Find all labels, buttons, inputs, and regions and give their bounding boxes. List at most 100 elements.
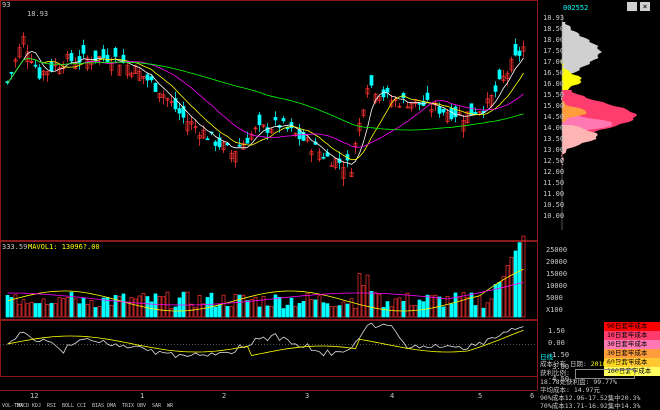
volume-bar <box>485 302 490 318</box>
volume-bar <box>397 297 402 318</box>
volume-bar <box>413 305 418 318</box>
volume-bar <box>385 301 390 318</box>
volume-bar <box>277 297 282 318</box>
volume-bar <box>409 305 414 318</box>
period-label[interactable]: 日线 <box>540 353 553 361</box>
volume-bar <box>313 299 318 318</box>
volume-bar <box>89 300 94 318</box>
volume-bar <box>77 303 82 318</box>
candle-body <box>257 114 262 126</box>
restore-icon[interactable] <box>627 2 637 11</box>
volume-bar <box>213 306 218 318</box>
volume-bar <box>501 276 506 318</box>
candle-body <box>81 45 86 54</box>
candle-body <box>453 106 458 118</box>
volume-bar <box>257 306 262 318</box>
volume-bar <box>209 292 214 318</box>
volume-bar <box>309 298 314 318</box>
price-tick: 16.00 <box>543 80 565 88</box>
candle-body <box>105 54 110 63</box>
volume-bar <box>161 296 166 318</box>
candle-body <box>449 108 454 120</box>
volume-bar <box>65 297 70 318</box>
volume-bar <box>281 308 286 318</box>
volume-bar <box>449 303 454 318</box>
time-tick: 12 <box>30 392 39 400</box>
volume-bar <box>101 297 106 318</box>
volume-bar <box>373 292 378 318</box>
volume-bar <box>269 306 274 318</box>
volume-bar <box>465 296 470 318</box>
volume-bar <box>369 290 374 318</box>
price-tick: 15.50 <box>543 91 565 99</box>
cost-distribution-chart <box>560 14 637 230</box>
candle-body <box>437 106 442 114</box>
price-label-top: 18.93 <box>27 10 49 18</box>
volume-bar <box>469 292 474 318</box>
profit-ratio-label: 获利比例: <box>540 369 570 377</box>
volume-bar <box>181 291 186 318</box>
volume-bar <box>293 306 298 318</box>
price-tick: 12.50 <box>543 157 565 165</box>
candlestick-series <box>5 32 526 187</box>
volume-bar <box>433 294 438 318</box>
volume-bar <box>393 298 398 318</box>
volume-bar <box>225 305 230 318</box>
main-panel-frame <box>0 0 538 241</box>
volume-bar <box>517 242 522 318</box>
candle-body <box>113 47 118 57</box>
candle-body <box>425 92 430 100</box>
volume-bar <box>357 273 362 318</box>
volume-tick: X100 <box>546 306 563 314</box>
volume-bar <box>329 306 334 318</box>
price-tick: 18.93 <box>543 14 565 22</box>
cost-date-label: 日期: <box>569 360 587 368</box>
price-tick: 17.50 <box>543 47 565 55</box>
cost-legend-row: 90日套牢成本14.9% <box>604 322 660 339</box>
time-tick: 2 <box>222 392 227 400</box>
volume-bar <box>453 292 458 318</box>
candle-body <box>513 43 518 56</box>
volume-bar <box>113 295 118 318</box>
volume-bar <box>53 303 58 318</box>
volume-bar <box>85 304 90 318</box>
volume-bar <box>377 294 382 318</box>
price-tick: 11.00 <box>543 190 565 198</box>
close-icon[interactable]: × <box>640 2 650 11</box>
candle-body <box>145 74 150 81</box>
cost-date: 2018/05/17 <box>590 360 630 368</box>
ma-line <box>7 50 524 165</box>
candle-body <box>493 85 498 92</box>
avg-cost: 平均成本: 14.97元 <box>540 386 600 394</box>
volume-bar <box>41 298 46 318</box>
price-tick: 11.50 <box>543 179 565 187</box>
profit-line: 18.78处获利盘: 99.77% <box>540 378 617 386</box>
volume-bar <box>345 303 350 318</box>
candle-body <box>469 103 474 116</box>
price-tick: 13.00 <box>543 146 565 154</box>
volume-bar <box>305 293 310 318</box>
volume-bar <box>61 298 66 318</box>
volume-bar <box>121 293 126 318</box>
volume-bar <box>93 307 98 318</box>
volume-bar <box>289 297 294 318</box>
volume-bar <box>29 301 34 318</box>
volume-bar <box>333 306 338 318</box>
volume-bar <box>109 304 114 318</box>
volume-bar <box>401 301 406 318</box>
volume-tick: 10000 <box>546 282 568 290</box>
volume-bar <box>217 304 222 318</box>
volume-bar <box>197 295 202 318</box>
volume-bar <box>97 306 102 318</box>
volume-tick: 20000 <box>546 258 568 266</box>
volume-bar <box>25 303 30 318</box>
indicator-lines <box>7 322 524 359</box>
volume-bar <box>117 296 122 318</box>
candle-body <box>473 111 478 115</box>
volume-bar <box>249 299 254 318</box>
candle-body <box>329 165 334 167</box>
volume-bar <box>153 293 158 318</box>
volume-bar <box>341 301 346 318</box>
volume-tick: 15000 <box>546 270 568 278</box>
volume-bar <box>509 256 514 318</box>
